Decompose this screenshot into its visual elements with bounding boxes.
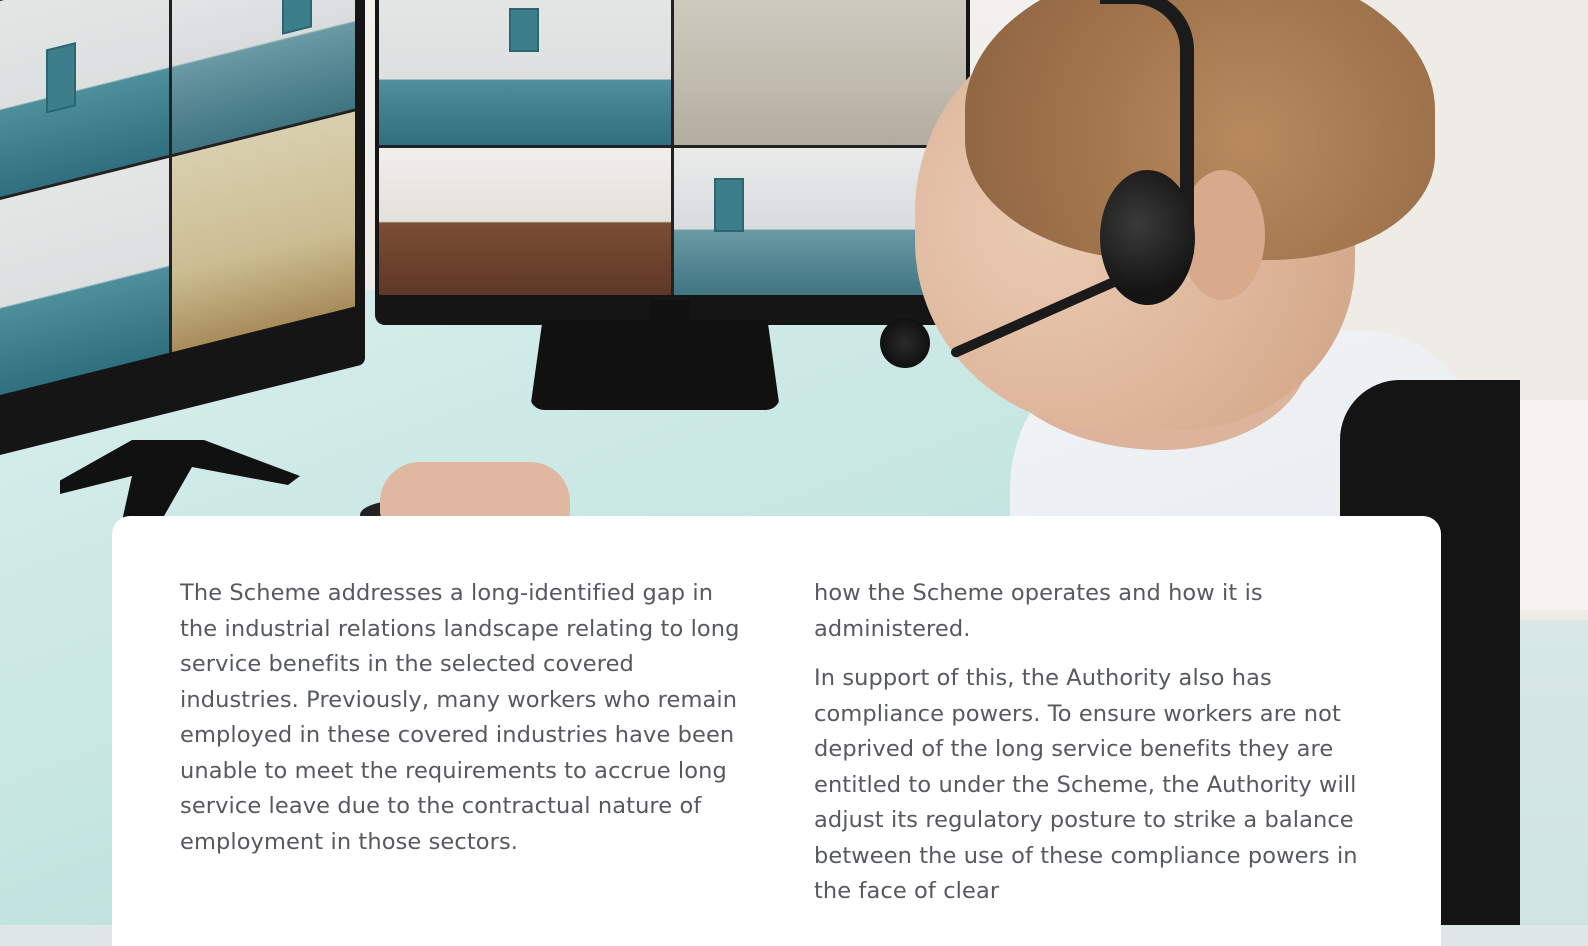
cctv-grid-left [0,0,355,399]
text-column-right: how the Scheme operates and how it is ad… [814,576,1379,924]
cctv-feed [379,148,671,295]
center-monitor [375,0,970,325]
cctv-feed [0,157,169,399]
cctv-grid-center [379,0,966,295]
microphone-icon [880,318,930,368]
monitor-stand-base [530,320,780,410]
paragraph: The Scheme addresses a long-identified g… [180,580,740,855]
text-card: The Scheme addresses a long-identified g… [112,516,1441,946]
paragraph: how the Scheme operates and how it is ad… [814,580,1263,642]
cctv-feed [379,0,671,145]
cctv-feed [172,111,355,353]
paragraph: In support of this, the Authority also h… [814,665,1358,904]
text-column-left: The Scheme addresses a long-identified g… [180,576,745,874]
hand [380,462,570,522]
